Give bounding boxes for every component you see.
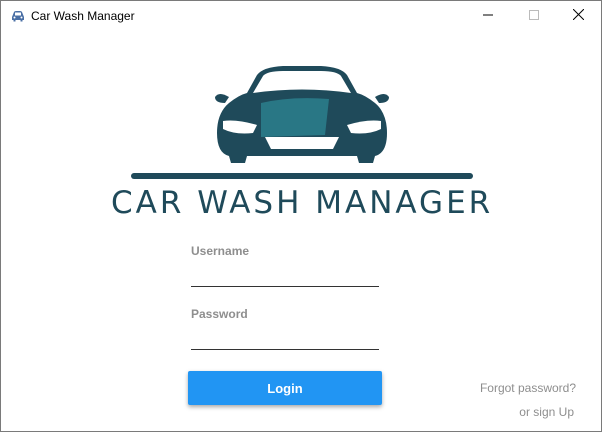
password-input[interactable]: [191, 327, 379, 350]
sign-up-link[interactable]: or sign Up: [519, 405, 574, 419]
brand-title: CAR WASH MANAGER: [111, 185, 494, 221]
login-button[interactable]: Login: [188, 371, 382, 405]
window-title: Car Wash Manager: [31, 9, 135, 23]
maximize-button[interactable]: [511, 1, 557, 31]
car-icon: [10, 9, 26, 23]
forgot-password-link[interactable]: Forgot password?: [480, 381, 576, 395]
username-input[interactable]: [191, 264, 379, 287]
close-button[interactable]: [555, 1, 601, 31]
right-mirror: [375, 94, 389, 103]
minimize-icon: [483, 7, 493, 25]
login-window: Car Wash Manager CAR WASH MANAGER Userna…: [0, 0, 602, 432]
grille: [265, 137, 339, 149]
maximize-icon: [529, 7, 539, 25]
minimize-button[interactable]: [465, 1, 511, 31]
hood-highlight: [261, 98, 329, 137]
title-bar[interactable]: Car Wash Manager: [1, 1, 601, 32]
close-icon: [572, 7, 584, 25]
username-label: Username: [191, 244, 250, 258]
left-mirror: [215, 94, 229, 103]
ground-bar: [131, 173, 473, 179]
password-label: Password: [191, 307, 248, 321]
